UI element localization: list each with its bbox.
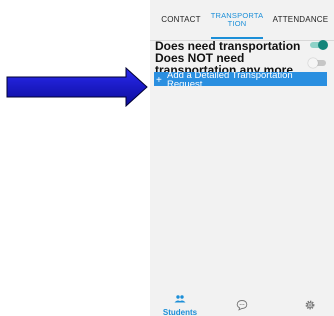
nav-chat[interactable] [232,298,252,316]
chat-bubble-icon [236,300,248,311]
pointer-arrow-icon [6,67,148,107]
tab-transportation[interactable]: TRANSPORTA TION [210,0,264,40]
people-icon [174,295,186,303]
tab-bar: CONTACT TRANSPORTA TION ATTENDANCE [150,0,334,41]
toggle-knob [308,58,318,68]
tab-contact-label: CONTACT [161,15,201,24]
add-transportation-request-button[interactable]: + Add a Detailed Transportation Request [154,72,327,86]
tab-attendance[interactable]: ATTENDANCE [267,0,334,40]
toggle-knob [318,40,328,50]
nav-settings[interactable] [300,298,320,316]
tab-transportation-label: TRANSPORTA TION [210,11,264,28]
phone-screen: CONTACT TRANSPORTA TION ATTENDANCE Does … [150,0,334,316]
option-needs-transportation-label: Does need transportation [155,39,301,53]
nav-students-label: Students [162,308,198,316]
bottom-navigation: Students [150,290,334,316]
add-button-label: Add a Detailed Transportation Request [167,72,293,86]
nav-students[interactable]: Students [152,290,208,316]
plus-icon: + [156,75,162,86]
needs-transportation-toggle[interactable] [310,40,328,50]
gear-icon [305,300,315,310]
tab-contact[interactable]: CONTACT [156,0,206,40]
tab-attendance-label: ATTENDANCE [272,15,329,24]
screenshot-stage: CONTACT TRANSPORTA TION ATTENDANCE Does … [0,0,334,316]
no-transportation-toggle[interactable] [308,58,326,68]
